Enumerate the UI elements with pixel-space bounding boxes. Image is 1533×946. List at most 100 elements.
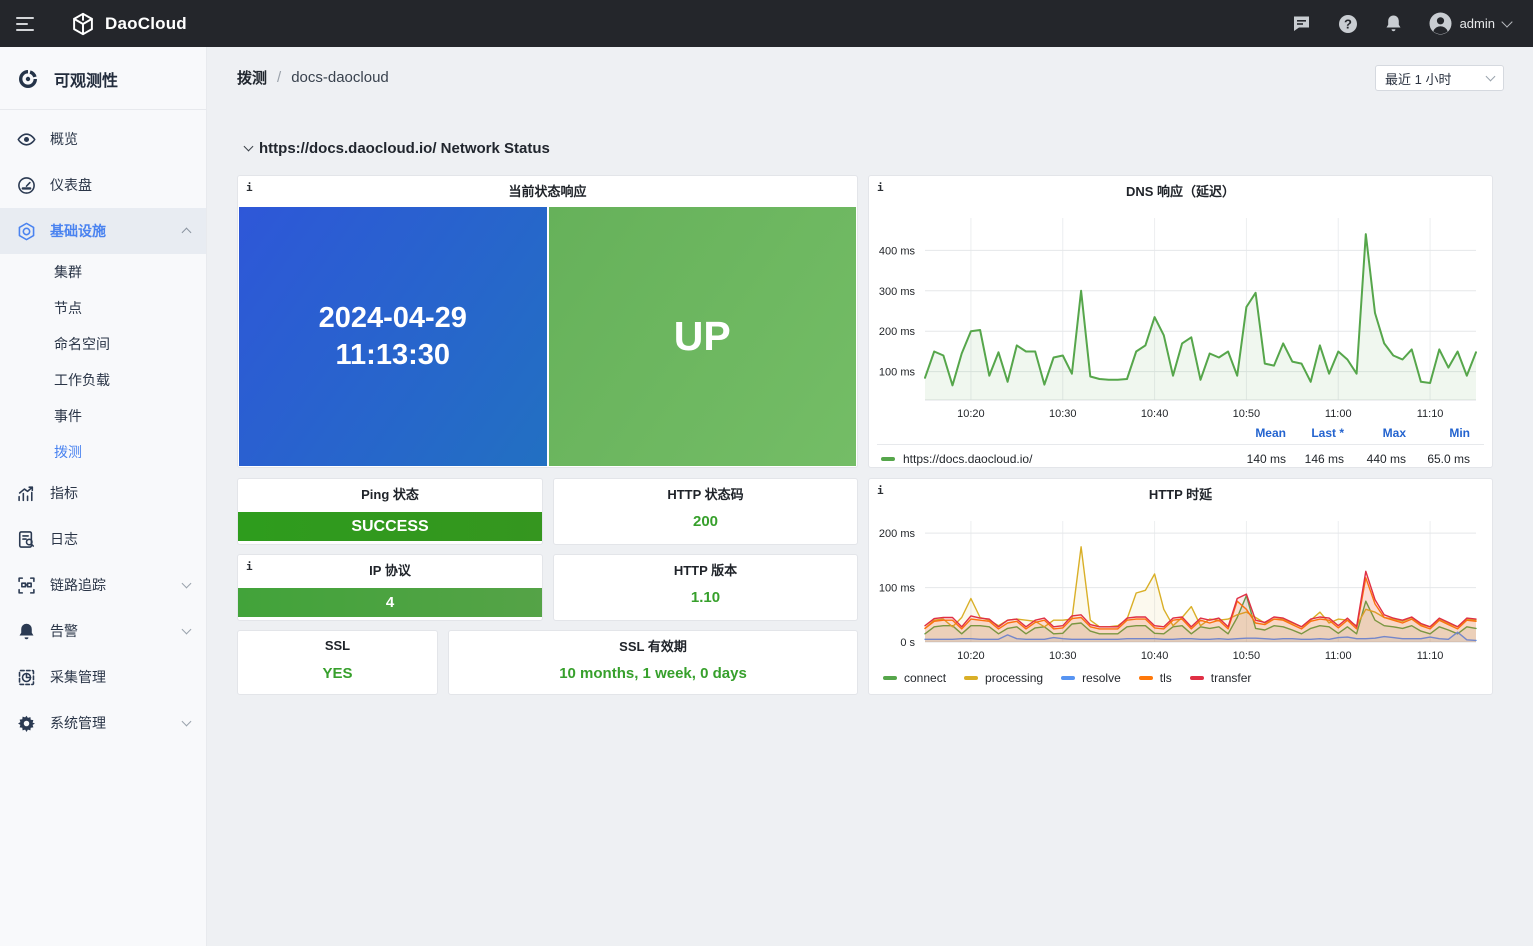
sidebar-item-nodes[interactable]: 节点 (0, 290, 206, 326)
panel-ssl: SSL YES (237, 630, 438, 695)
svg-text:10:30: 10:30 (1049, 408, 1077, 420)
sidebar-header: 可观测性 (0, 47, 206, 110)
info-icon[interactable]: i (877, 484, 884, 497)
sidebar-item-label: 事件 (54, 406, 82, 426)
chevron-down-icon (182, 717, 192, 727)
collection-icon (16, 667, 36, 687)
panel-title: IP 协议 (238, 555, 542, 583)
series-name: tls (1160, 671, 1172, 685)
legend-item-transfer[interactable]: transfer (1190, 671, 1252, 685)
legend-item-connect[interactable]: connect (883, 671, 946, 685)
panel-dns-latency: i DNS 响应（延迟） 100 ms200 ms300 ms400 ms10:… (868, 175, 1493, 468)
panel-current-status: i 当前状态响应 2024-04-29 11:13:30 UP (237, 175, 858, 468)
sidebar-item-logs[interactable]: 日志 (0, 516, 206, 562)
stat-min: 65.0 ms (1406, 452, 1470, 466)
ssl-value: YES (238, 665, 437, 682)
http-latency-chart[interactable]: 0 s100 ms200 ms10:2010:3010:4010:5011:00… (869, 509, 1492, 668)
info-icon[interactable]: i (877, 181, 884, 194)
legend-item-tls[interactable]: tls (1139, 671, 1172, 685)
stat-col-max[interactable]: Max (1344, 426, 1406, 440)
svg-text:10:40: 10:40 (1141, 650, 1169, 662)
legend-row: https://docs.daocloud.io/ 140 ms 146 ms … (881, 447, 1470, 471)
sidebar-item-events[interactable]: 事件 (0, 398, 206, 434)
time-range-select[interactable]: 最近 1 小时 (1375, 65, 1504, 91)
sidebar-item-label: 仪表盘 (50, 175, 190, 195)
sidebar-item-alerts[interactable]: 告警 (0, 608, 206, 654)
ip-protocol-value: 4 (238, 588, 542, 617)
chevron-up-icon (182, 228, 192, 238)
stat-col-last[interactable]: Last * (1286, 426, 1344, 440)
panel-ping-status: Ping 状态 SUCCESS (237, 478, 543, 545)
http-latency-legend: connect processing resolve tls transfer (883, 671, 1251, 685)
series-swatch (1190, 676, 1204, 680)
status-state: UP (674, 313, 731, 360)
legend-item-resolve[interactable]: resolve (1061, 671, 1121, 685)
sidebar-item-probes[interactable]: 拨测 (0, 434, 206, 470)
section-title: https://docs.daocloud.io/ Network Status (259, 140, 550, 157)
legend-item-processing[interactable]: processing (964, 671, 1043, 685)
http-version-value: 1.10 (554, 589, 857, 606)
message-icon[interactable] (1291, 13, 1313, 35)
svg-text:100 ms: 100 ms (879, 583, 916, 595)
dns-chart[interactable]: 100 ms200 ms300 ms400 ms10:2010:3010:401… (869, 206, 1492, 426)
sidebar-item-label: 系统管理 (50, 713, 169, 733)
notification-bell-icon[interactable] (1383, 13, 1405, 35)
panel-title: HTTP 版本 (554, 555, 857, 583)
svg-text:10:50: 10:50 (1233, 650, 1261, 662)
info-icon[interactable]: i (246, 181, 253, 194)
eye-icon (16, 129, 36, 149)
sidebar-item-clusters[interactable]: 集群 (0, 254, 206, 290)
sidebar-item-namespaces[interactable]: 命名空间 (0, 326, 206, 362)
menu-toggle-icon[interactable] (0, 0, 50, 47)
sidebar-item-dashboards[interactable]: 仪表盘 (0, 162, 206, 208)
svg-text:11:10: 11:10 (1417, 408, 1444, 420)
breadcrumb-parent[interactable]: 拨测 (237, 67, 267, 88)
observability-icon (16, 67, 40, 91)
info-icon[interactable]: i (246, 560, 253, 573)
stat-col-mean[interactable]: Mean (1222, 426, 1286, 440)
svg-text:11:00: 11:00 (1325, 650, 1352, 662)
panel-title: DNS 响应（延迟） (869, 176, 1492, 204)
svg-text:10:50: 10:50 (1233, 408, 1261, 420)
chevron-down-icon (1501, 16, 1512, 27)
sidebar-item-label: 指标 (50, 483, 190, 503)
sidebar: 可观测性 概览 仪表盘 基础设施 集群 节点 命名空间 工作负载 事件 拨测 指… (0, 47, 207, 946)
gear-icon (16, 713, 36, 733)
sidebar-item-metrics[interactable]: 指标 (0, 470, 206, 516)
help-icon[interactable]: ? (1337, 13, 1359, 35)
log-search-icon (16, 529, 36, 549)
panel-title: SSL (238, 631, 437, 659)
sidebar-item-system[interactable]: 系统管理 (0, 700, 206, 746)
sidebar-item-collection[interactable]: 采集管理 (0, 654, 206, 700)
avatar (1429, 12, 1452, 35)
stat-mean: 140 ms (1222, 452, 1286, 466)
status-time: 11:13:30 (336, 337, 451, 373)
stat-last: 146 ms (1286, 452, 1344, 466)
sidebar-item-overview[interactable]: 概览 (0, 116, 206, 162)
sidebar-item-label: 日志 (50, 529, 190, 549)
topbar: DaoCloud ? admin (0, 0, 1533, 47)
sidebar-item-infrastructure[interactable]: 基础设施 (0, 208, 206, 254)
sidebar-item-workloads[interactable]: 工作负载 (0, 362, 206, 398)
panel-ip-protocol: i IP 协议 4 (237, 554, 543, 621)
svg-text:200 ms: 200 ms (879, 326, 916, 338)
stat-max: 440 ms (1344, 452, 1406, 466)
svg-text:11:00: 11:00 (1325, 408, 1352, 420)
sidebar-title: 可观测性 (54, 67, 118, 91)
svg-text:10:30: 10:30 (1049, 650, 1077, 662)
chevron-down-icon (1486, 72, 1496, 82)
daocloud-logo-icon (70, 11, 96, 37)
stat-col-min[interactable]: Min (1406, 426, 1470, 440)
panel-title: HTTP 时延 (869, 479, 1492, 507)
series-name[interactable]: https://docs.daocloud.io/ (903, 452, 1032, 466)
sidebar-item-tracing[interactable]: 链路追踪 (0, 562, 206, 608)
series-swatch (1061, 676, 1075, 680)
sidebar-item-label: 工作负载 (54, 370, 110, 390)
section-header[interactable]: https://docs.daocloud.io/ Network Status (245, 140, 550, 157)
chevron-down-icon (182, 625, 192, 635)
panel-title: HTTP 状态码 (554, 479, 857, 507)
sidebar-item-label: 拨测 (54, 442, 82, 462)
tracing-icon (16, 575, 36, 595)
panel-title: SSL 有效期 (449, 631, 857, 659)
user-menu[interactable]: admin (1429, 12, 1511, 35)
